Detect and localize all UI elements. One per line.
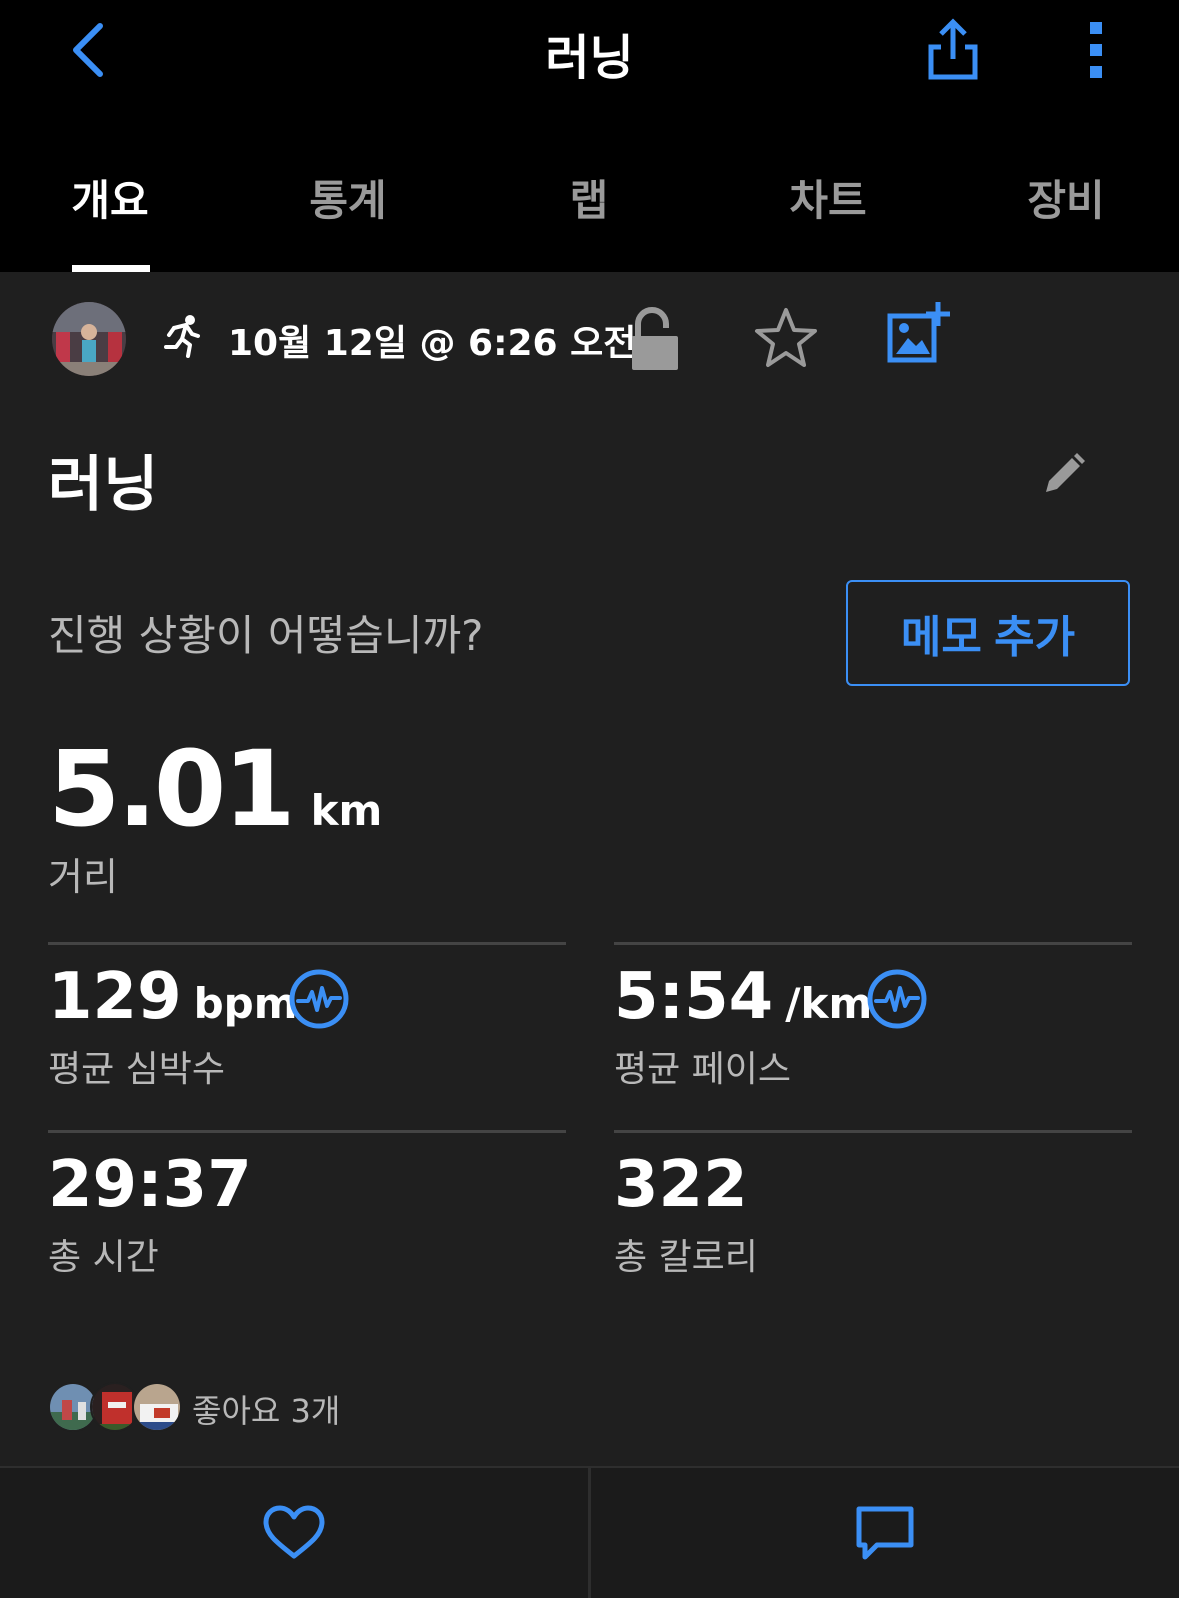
stat-unit: bpm [193, 979, 298, 1028]
tab-stats[interactable]: 통계 [248, 155, 448, 272]
stat-total-calories: 322 총 칼로리 [614, 1148, 758, 1280]
unlock-icon[interactable] [628, 306, 682, 372]
back-button[interactable] [52, 14, 124, 86]
divider [48, 942, 566, 945]
activity-meta-row: 10월 12일 @ 6:26 오전 [0, 300, 1179, 380]
heart-rate-icon[interactable] [866, 968, 928, 1030]
distance-value: 5.01 [48, 728, 296, 850]
comment-button[interactable] [591, 1468, 1179, 1598]
avatar [132, 1382, 182, 1432]
distance-display: 5.01 km [48, 728, 382, 850]
avatar[interactable] [52, 302, 126, 376]
add-memo-button[interactable]: 메모 추가 [846, 580, 1130, 686]
divider [48, 1130, 566, 1133]
tab-gear[interactable]: 장비 [966, 155, 1166, 272]
stat-value: 5:54 [614, 960, 774, 1034]
distance-unit: km [310, 786, 383, 835]
stat-total-time: 29:37 총 시간 [48, 1148, 252, 1280]
divider [614, 1130, 1132, 1133]
heart-icon [263, 1505, 325, 1559]
likes-count: 좋아요 3개 [192, 1392, 341, 1430]
activity-date: 10월 12일 @ 6:26 오전 [228, 323, 637, 364]
heart-rate-icon[interactable] [288, 968, 350, 1030]
stat-label: 평균 페이스 [614, 1049, 792, 1090]
tab-charts[interactable]: 차트 [728, 155, 928, 272]
comment-icon [856, 1506, 914, 1560]
likes-row[interactable]: 좋아요 3개 [48, 1382, 548, 1432]
progress-prompt: 진행 상황이 어떻습니까? [48, 611, 484, 660]
share-icon [928, 18, 978, 80]
stat-label: 총 칼로리 [614, 1237, 758, 1278]
stat-avg-pace: 5:54 /km 평균 페이스 [614, 960, 872, 1092]
star-icon[interactable] [754, 306, 818, 370]
more-options-button[interactable] [1070, 12, 1122, 88]
stat-label: 총 시간 [48, 1237, 159, 1278]
active-tab-indicator [72, 265, 150, 272]
tab-overview[interactable]: 개요 [10, 155, 210, 272]
stat-label: 평균 심박수 [48, 1049, 226, 1090]
running-icon [164, 315, 200, 358]
tab-bar: 개요 통계 랩 차트 장비 [0, 155, 1179, 272]
stat-value: 29:37 [48, 1148, 252, 1222]
pencil-icon[interactable] [1040, 450, 1088, 498]
stat-avg-heart-rate: 129 bpm 평균 심박수 [48, 960, 298, 1092]
add-photo-icon[interactable] [886, 300, 952, 366]
share-button[interactable] [918, 10, 988, 88]
tab-laps[interactable]: 랩 [489, 155, 689, 272]
stat-unit: /km [785, 979, 873, 1028]
stat-value: 129 [48, 960, 182, 1034]
divider [614, 942, 1132, 945]
activity-name: 러닝 [48, 450, 159, 520]
chevron-left-icon [73, 23, 103, 77]
distance-label: 거리 [48, 855, 118, 899]
stat-value: 322 [614, 1148, 748, 1222]
more-vertical-icon [1090, 22, 1102, 78]
like-button[interactable] [0, 1468, 588, 1598]
